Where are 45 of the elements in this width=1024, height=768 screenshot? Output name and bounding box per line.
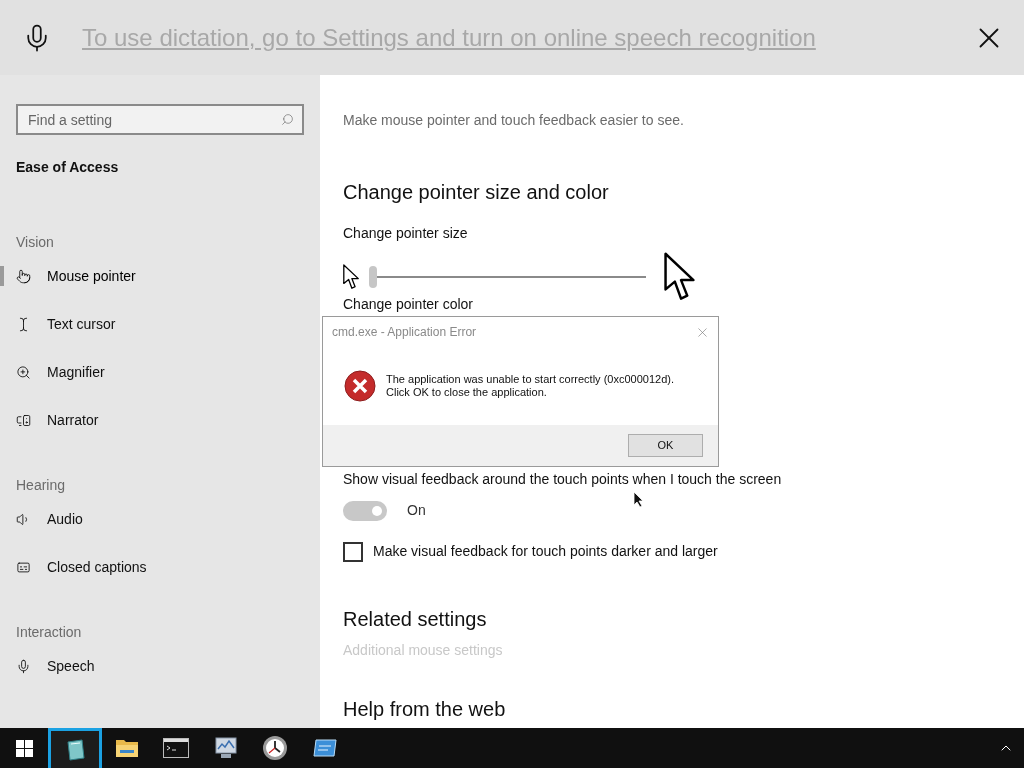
slider-thumb[interactable] bbox=[369, 266, 378, 288]
hand-pointer-icon bbox=[16, 268, 31, 284]
touch-feedback-label: Show visual feedback around the touch points when I touch the screen bbox=[343, 471, 782, 488]
section-heading: Help from the web bbox=[343, 697, 507, 721]
nav-item[interactable]: Narrator bbox=[47, 409, 99, 431]
mouse-cursor-icon bbox=[633, 491, 644, 508]
error-message: Click OK to close the application. bbox=[386, 386, 548, 399]
group-heading: Hearing bbox=[16, 476, 67, 495]
checkbox[interactable] bbox=[343, 541, 363, 562]
slider-label: Change pointer size bbox=[343, 224, 469, 243]
captions-icon bbox=[16, 559, 31, 575]
category-title: Ease of Access bbox=[16, 158, 120, 177]
microphone-icon bbox=[16, 658, 31, 674]
window-icon bbox=[312, 738, 337, 758]
folder-icon bbox=[114, 737, 139, 759]
nav-item[interactable]: Text cursor bbox=[47, 313, 116, 335]
monitor-chart-icon bbox=[212, 736, 239, 760]
nav-item[interactable]: Closed captions bbox=[47, 556, 147, 578]
nav-item[interactable]: Audio bbox=[47, 508, 83, 530]
taskbar-button[interactable] bbox=[48, 728, 102, 768]
size-slider[interactable] bbox=[369, 266, 647, 288]
search-field[interactable]: Find a setting bbox=[16, 104, 304, 135]
nav-item[interactable]: Mouse pointer bbox=[47, 265, 136, 287]
group-heading: Interaction bbox=[16, 623, 83, 642]
clock-icon bbox=[262, 735, 289, 761]
terminal-icon bbox=[163, 738, 190, 758]
toggle-label: On bbox=[407, 501, 426, 520]
group-heading: Vision bbox=[16, 233, 55, 252]
color-label: Change pointer color bbox=[343, 295, 474, 314]
section-heading: Related settings bbox=[343, 607, 488, 632]
checkbox-label: Make visual feedback for touch points darker and larger bbox=[373, 542, 718, 561]
ok-button[interactable]: OK bbox=[628, 434, 703, 457]
monitor-speaker-icon bbox=[16, 412, 31, 428]
small-pointer-icon bbox=[343, 264, 360, 290]
search-icon bbox=[281, 113, 294, 126]
nav-item[interactable]: Speech bbox=[47, 655, 95, 677]
large-pointer-icon bbox=[664, 252, 696, 302]
dialog-title: cmd.exe - Application Error bbox=[332, 324, 478, 341]
error-message: The application was unable to start correctly (0xc000012d). bbox=[386, 373, 674, 386]
error-icon bbox=[344, 370, 376, 402]
windows-logo-icon[interactable] bbox=[15, 739, 33, 757]
nav-item[interactable]: Magnifier bbox=[47, 361, 105, 383]
page-description: Make mouse pointer and touch feedback easier to see. bbox=[343, 111, 685, 130]
magnifier-icon bbox=[16, 364, 31, 380]
section-heading: Change pointer size and color bbox=[343, 180, 610, 205]
